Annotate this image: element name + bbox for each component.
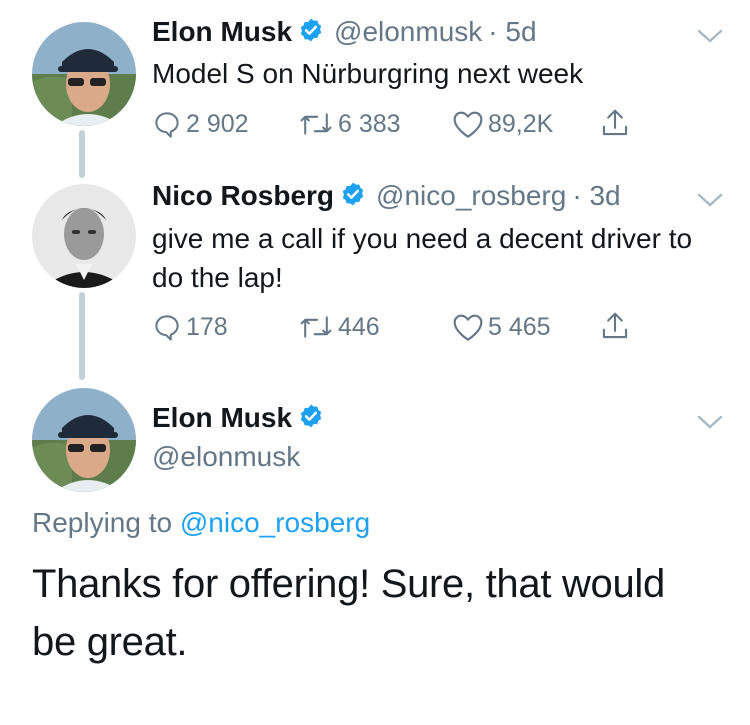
- verified-badge-icon: [298, 403, 324, 434]
- replying-to-handle[interactable]: @nico_rosberg: [180, 507, 370, 538]
- chevron-down-icon[interactable]: [696, 26, 724, 46]
- verified-badge-icon: [340, 181, 366, 212]
- tweet-text: Model S on Nürburgring next week: [152, 58, 584, 89]
- share-button[interactable]: [600, 107, 630, 139]
- tweet-text: give me a call if you need a decent driv…: [152, 223, 693, 293]
- retweet-icon: [300, 113, 332, 135]
- like-icon: [453, 314, 483, 341]
- author-handle[interactable]: @elonmusk: [152, 441, 300, 473]
- author-name[interactable]: Elon Musk: [152, 16, 292, 48]
- reply-icon: [155, 112, 179, 138]
- share-icon: [602, 312, 628, 339]
- reply-button[interactable]: 2 902: [152, 109, 249, 139]
- verified-badge-icon: [298, 17, 324, 48]
- avatar[interactable]: [32, 22, 136, 126]
- retweet-button[interactable]: 446: [298, 312, 380, 342]
- like-count: 5 465: [488, 312, 551, 341]
- retweet-count: 6 383: [338, 109, 401, 138]
- author-handle[interactable]: @elonmusk: [334, 16, 482, 48]
- reply-icon: [155, 315, 179, 341]
- reply-count: 178: [186, 312, 228, 341]
- reply-button[interactable]: 178: [152, 312, 228, 342]
- thread-line: [79, 292, 85, 380]
- reply-count: 2 902: [186, 109, 249, 138]
- avatar[interactable]: [32, 388, 136, 492]
- author-handle[interactable]: @nico_rosberg: [376, 180, 566, 212]
- focused-tweet-text: Thanks for offering! Sure, that would be…: [32, 562, 665, 664]
- share-icon: [602, 109, 628, 136]
- like-icon: [453, 111, 483, 138]
- retweet-button[interactable]: 6 383: [298, 109, 401, 139]
- like-count: 89,2K: [488, 109, 554, 138]
- chevron-down-icon[interactable]: [696, 412, 724, 432]
- like-button[interactable]: 89,2K: [452, 109, 553, 139]
- tweet-time[interactable]: · 5d: [488, 16, 536, 48]
- thread-line: [79, 130, 85, 178]
- retweet-count: 446: [338, 312, 380, 341]
- tweet-time[interactable]: · 3d: [572, 180, 620, 212]
- replying-to: Replying to @nico_rosberg: [32, 507, 370, 539]
- retweet-icon: [300, 316, 332, 338]
- chevron-down-icon[interactable]: [696, 190, 724, 210]
- replying-to-label: Replying to: [32, 507, 173, 538]
- share-button[interactable]: [600, 310, 630, 342]
- author-name[interactable]: Elon Musk: [152, 402, 292, 434]
- like-button[interactable]: 5 465: [452, 312, 551, 342]
- author-name[interactable]: Nico Rosberg: [152, 180, 334, 212]
- avatar[interactable]: [32, 184, 136, 288]
